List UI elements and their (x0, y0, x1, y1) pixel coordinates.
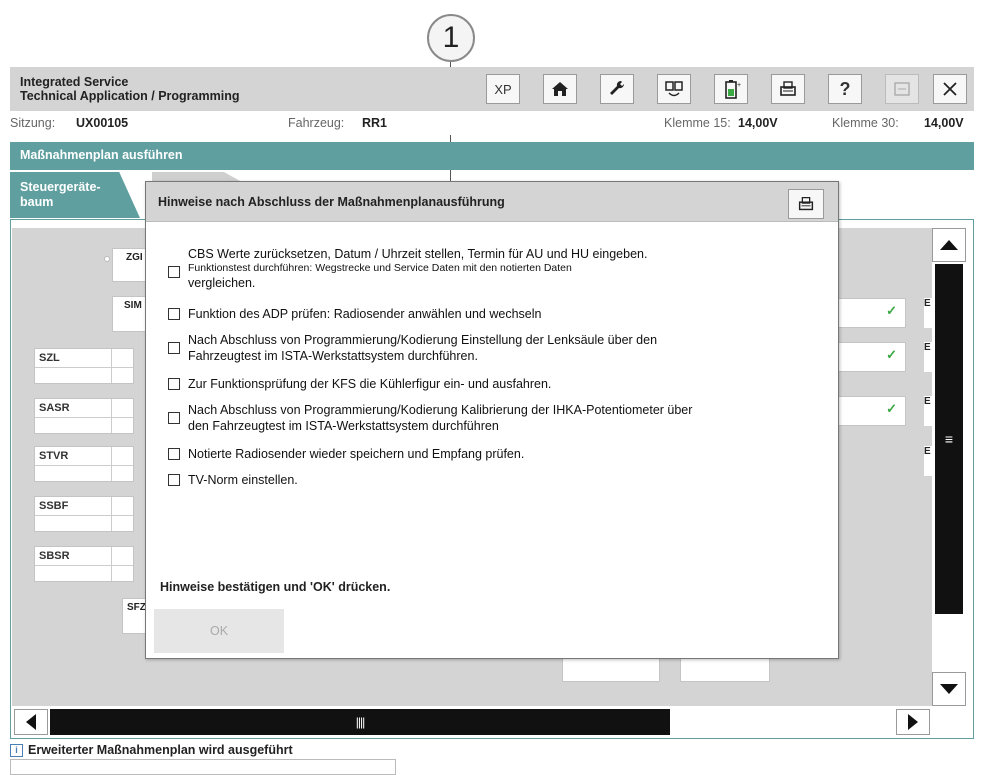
ok-button[interactable]: OK (154, 609, 284, 653)
svg-text:+: + (737, 82, 741, 89)
app-title: Integrated Service Technical Application… (20, 75, 240, 103)
sitzung-label: Sitzung: (10, 116, 56, 130)
wrench-icon (610, 80, 625, 95)
hint-checkbox[interactable] (168, 378, 180, 390)
tree-node-stvr[interactable]: STVR (34, 446, 134, 482)
callout-marker: 1 (427, 14, 475, 62)
status-field (10, 759, 396, 775)
app-header: Integrated Service Technical Application… (10, 67, 974, 111)
fahrzeug-label: Fahrzeug: (288, 116, 345, 130)
tree-node-right-1[interactable]: ✓ (838, 298, 906, 328)
horizontal-scroll-thumb[interactable]: |||| (50, 709, 670, 735)
dialog-footer-text: Hinweise bestätigen und 'OK' drücken. (160, 580, 391, 594)
hint-checkbox[interactable] (168, 266, 180, 278)
home-icon (552, 82, 568, 96)
scroll-right-button[interactable] (896, 709, 930, 735)
hint-checkbox[interactable] (168, 474, 180, 486)
tree-node-bottom-1[interactable] (562, 658, 660, 682)
hint-checkbox[interactable] (168, 448, 180, 460)
status-text: Erweiterter Maßnahmenplan wird ausgeführ… (28, 743, 293, 757)
hint-item-1[interactable]: CBS Werte zurücksetzen, Datum / Uhrzeit … (168, 246, 647, 291)
arrow-up-icon (940, 240, 958, 250)
print-button[interactable] (771, 74, 805, 104)
tree-node-right-2[interactable]: ✓ (838, 342, 906, 372)
hint-checkbox[interactable] (168, 412, 180, 424)
service-button[interactable] (600, 74, 634, 104)
grip-icon: |||| (355, 715, 366, 729)
hints-dialog: Hinweise nach Abschluss der Maßnahmenpla… (145, 181, 839, 659)
hint-checkbox[interactable] (168, 308, 180, 320)
klemme30-label: Klemme 30: (832, 116, 899, 130)
hint-item-5[interactable]: Nach Abschluss von Programmierung/Kodier… (168, 402, 692, 434)
hint-item-3[interactable]: Nach Abschluss von Programmierung/Kodier… (168, 332, 657, 364)
battery-icon: + (725, 80, 741, 99)
tree-node-zgi[interactable]: ZGI (112, 248, 146, 282)
disabled-icon (894, 82, 910, 96)
tree-node-right-edge-2: E (924, 342, 932, 372)
print-icon (780, 81, 796, 96)
tree-node-szl[interactable]: SZL (34, 348, 134, 384)
info-icon: i (10, 743, 23, 757)
close-icon (943, 82, 957, 96)
klemme15-label: Klemme 15: (664, 116, 731, 130)
home-button[interactable] (543, 74, 577, 104)
hint-checkbox[interactable] (168, 342, 180, 354)
hint-item-4[interactable]: Zur Funktionsprüfung der KFS die Kühlerf… (168, 376, 551, 392)
battery-button[interactable]: + (714, 74, 748, 104)
tree-node-sasr[interactable]: SASR (34, 398, 134, 434)
tree-node-right-3[interactable]: ✓ (838, 396, 906, 426)
fahrzeug-value: RR1 (362, 116, 388, 130)
compare-icon (665, 81, 683, 97)
disabled-button (885, 74, 919, 104)
tab-steuergeraetebaum[interactable]: Steuergeräte- baum (10, 172, 140, 218)
hint-item-7[interactable]: TV-Norm einstellen. (168, 472, 298, 488)
scroll-left-button[interactable] (14, 709, 48, 735)
hint-item-2[interactable]: Funktion des ADP prüfen: Radiosender anw… (168, 306, 541, 322)
xp-button[interactable]: XP (486, 74, 520, 104)
dialog-title: Hinweise nach Abschluss der Maßnahmenpla… (158, 195, 505, 209)
grip-icon: ≡ (944, 431, 954, 447)
session-bar: Sitzung: UX00105 Fahrzeug: RR1 Klemme 15… (10, 111, 974, 135)
tree-node-ssbf[interactable]: SSBF (34, 496, 134, 532)
status-bar: i Erweiterter Maßnahmenplan wird ausgefü… (10, 742, 510, 758)
close-button[interactable] (933, 74, 967, 104)
compare-button[interactable] (657, 74, 691, 104)
dialog-header: Hinweise nach Abschluss der Maßnahmenpla… (146, 182, 838, 222)
hint-item-6[interactable]: Notierte Radiosender wieder speichern un… (168, 446, 524, 462)
tree-node-right-edge-4: E (924, 446, 932, 476)
klemme30-value: 14,00V (924, 116, 964, 130)
scroll-up-button[interactable] (932, 228, 966, 262)
tree-node-sim[interactable]: SIM (112, 296, 146, 332)
tree-connector-dot (104, 256, 110, 262)
print-icon (798, 197, 814, 211)
check-icon: ✓ (886, 303, 897, 318)
arrow-down-icon (940, 684, 958, 694)
help-icon: ? (839, 78, 851, 99)
sitzung-value: UX00105 (76, 116, 129, 130)
tree-node-right-edge-1: E (924, 298, 932, 328)
scroll-down-button[interactable] (932, 672, 966, 706)
tree-node-bottom-2[interactable] (680, 658, 770, 682)
tree-node-sbsr[interactable]: SBSR (34, 546, 134, 582)
klemme15-value: 14,00V (738, 116, 778, 130)
arrow-right-icon (908, 714, 918, 730)
arrow-left-icon (26, 714, 36, 730)
check-icon: ✓ (886, 401, 897, 416)
tree-node-right-edge-3: E (924, 396, 932, 426)
help-button[interactable]: ? (828, 74, 862, 104)
dialog-print-button[interactable] (788, 189, 824, 219)
check-icon: ✓ (886, 347, 897, 362)
section-title: Maßnahmenplan ausführen (10, 142, 974, 170)
vertical-scroll-thumb[interactable]: ≡ (935, 264, 963, 614)
